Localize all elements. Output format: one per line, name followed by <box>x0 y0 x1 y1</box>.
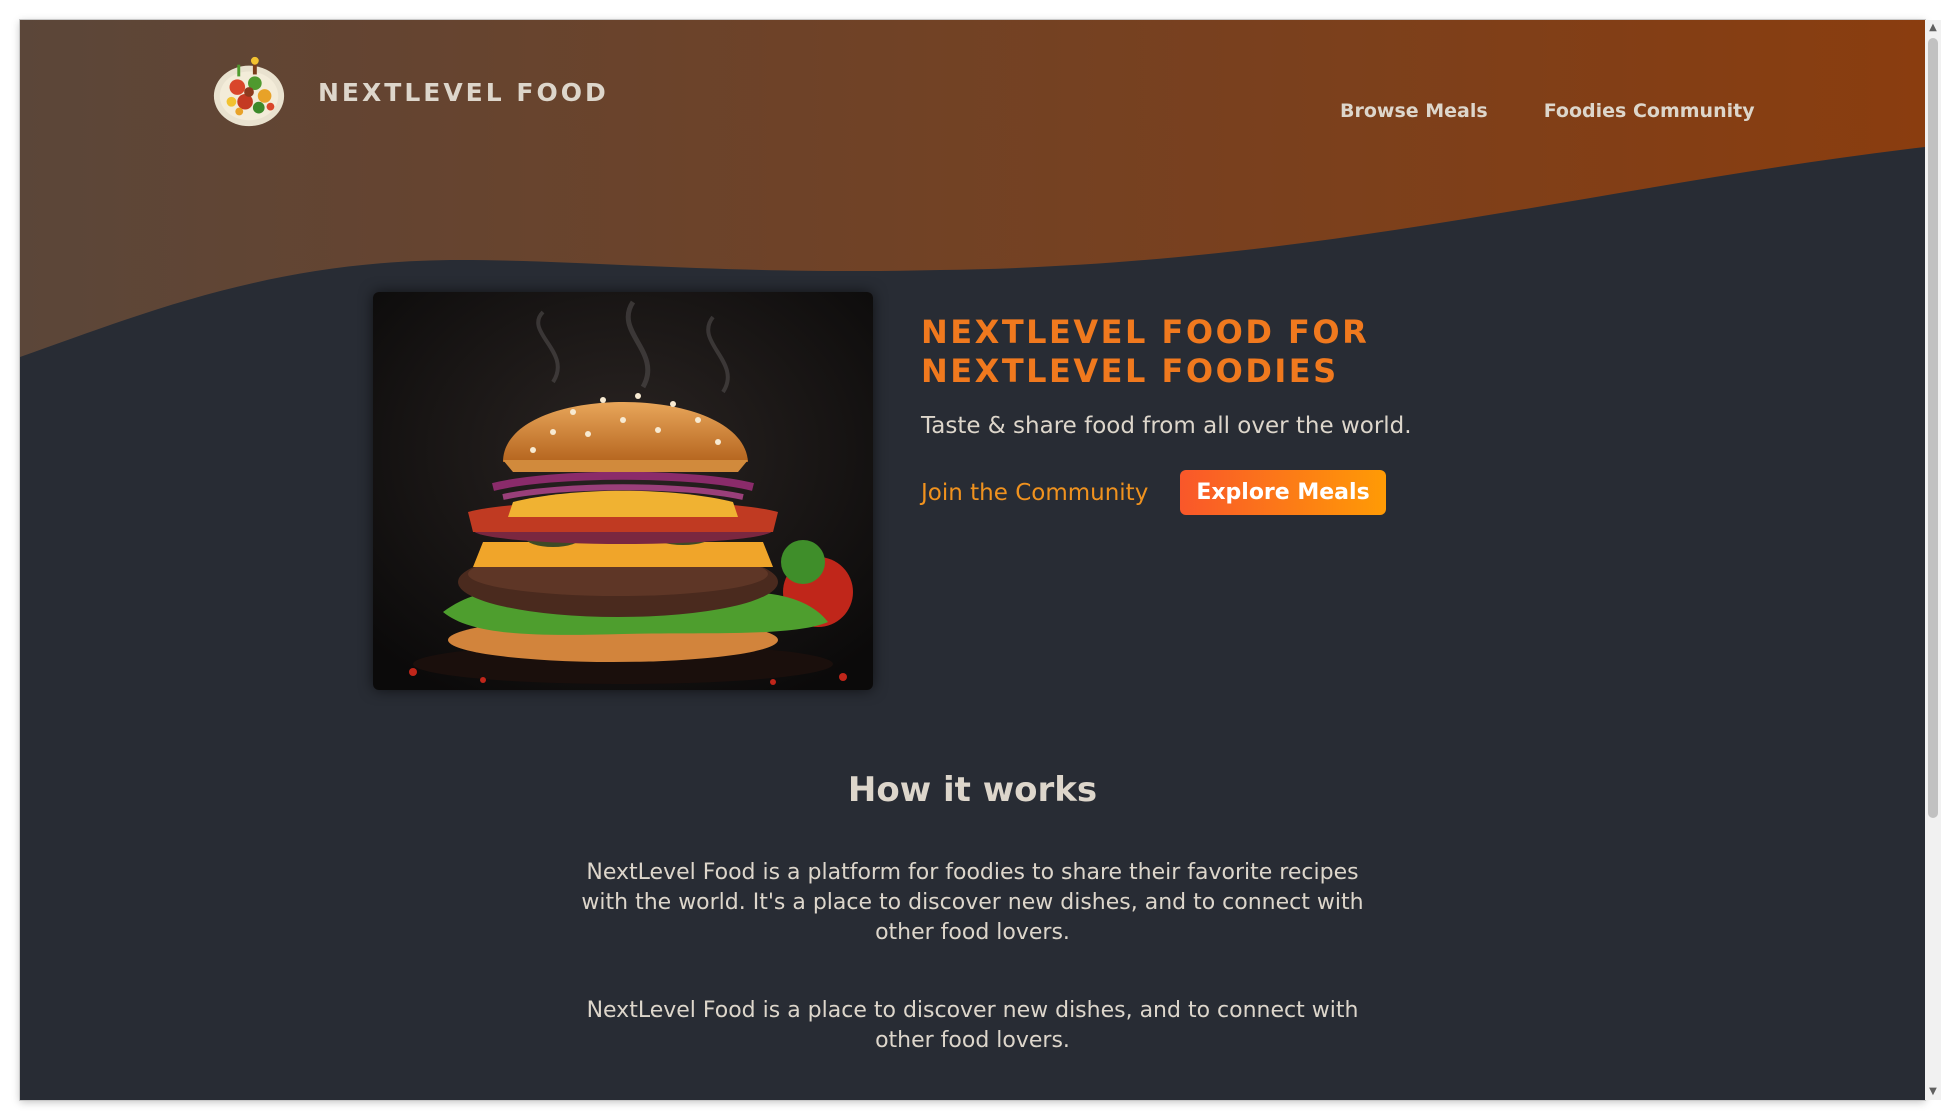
site-header: NEXTLEVEL FOOD Browse Meals Foodies Comm… <box>20 20 1925 170</box>
how-it-works-paragraph: NextLevel Food is a place to discover ne… <box>586 998 1359 1053</box>
hero-image-slideshow <box>373 292 873 690</box>
logo-text: NEXTLEVEL FOOD <box>318 77 609 107</box>
join-community-link[interactable]: Join the Community <box>921 480 1148 506</box>
hero-subtitle: Taste & share food from all over the wor… <box>921 413 1412 439</box>
hero-title: NextLevel Food for NextLevel Foodies <box>921 313 1370 390</box>
burger-image <box>373 292 873 690</box>
explore-meals-button[interactable]: Explore Meals <box>1180 470 1386 515</box>
scroll-up-arrow-icon[interactable]: ▲ <box>1925 20 1941 36</box>
scrollbar-thumb[interactable] <box>1928 38 1938 818</box>
food-plate-logo-icon <box>213 56 285 127</box>
hero-content: NextLevel Food for NextLevel Foodies Tas… <box>921 313 1521 515</box>
how-it-works-paragraph: NextLevel Food is a platform for foodies… <box>581 860 1364 945</box>
vertical-scrollbar[interactable]: ▲ ▼ <box>1925 20 1941 1100</box>
hero-cta-group: Join the Community Explore Meals <box>921 470 1521 515</box>
browser-viewport: NEXTLEVEL FOOD Browse Meals Foodies Comm… <box>20 20 1925 1100</box>
nav-browse-meals[interactable]: Browse Meals <box>1340 100 1488 122</box>
nav-foodies-community[interactable]: Foodies Community <box>1544 100 1755 122</box>
scroll-down-arrow-icon[interactable]: ▼ <box>1925 1084 1941 1100</box>
how-it-works-section: How it works NextLevel Food is a platfor… <box>20 770 1925 1056</box>
logo-link[interactable]: NEXTLEVEL FOOD <box>210 53 609 131</box>
how-it-works-title: How it works <box>847 770 1098 810</box>
main-nav: Browse Meals Foodies Community <box>1340 100 1755 122</box>
